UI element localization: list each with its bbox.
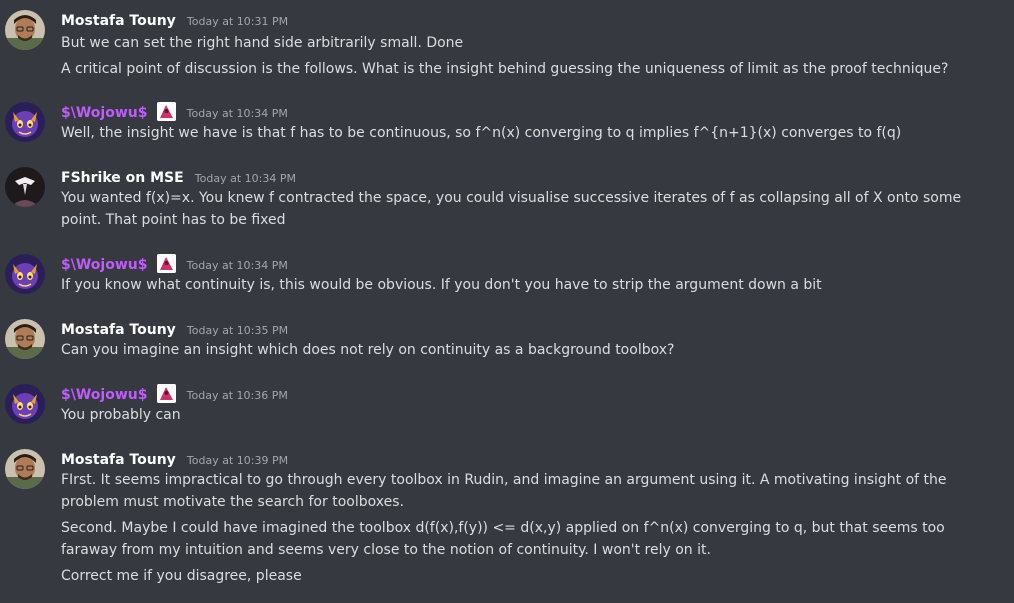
message-header: $\Wojowu$ Today at 10:36 PM [61, 384, 288, 404]
timestamp[interactable]: Today at 10:34 PM [187, 259, 288, 272]
wojowu-avatar[interactable] [5, 102, 45, 142]
wojowu-avatar[interactable] [5, 254, 45, 294]
message-text: Can you imagine an insight which does no… [61, 342, 675, 358]
timestamp[interactable]: Today at 10:34 PM [187, 107, 288, 120]
timestamp[interactable]: Today at 10:31 PM [187, 15, 288, 28]
message-text: You probably can [61, 407, 181, 423]
message-text: You wanted f(x)=x. You knew f contracted… [61, 190, 962, 228]
role-icon [156, 254, 176, 273]
mostafa-avatar[interactable] [5, 10, 45, 50]
role-icon [156, 102, 176, 121]
message-text: Second. Maybe I could have imagined the … [61, 520, 945, 558]
role-icon [156, 384, 176, 403]
username[interactable]: FShrike on MSE [61, 170, 184, 186]
chat-messages: Mostafa Touny Today at 10:31 PM But we c… [0, 0, 1014, 603]
timestamp[interactable]: Today at 10:39 PM [187, 454, 288, 467]
timestamp[interactable]: Today at 10:36 PM [187, 389, 288, 402]
username[interactable]: Mostafa Touny [61, 13, 176, 29]
timestamp[interactable]: Today at 10:35 PM [187, 324, 288, 337]
username[interactable]: Mostafa Touny [61, 322, 176, 338]
message-text: Correct me if you disagree, please [61, 568, 302, 584]
wojowu-avatar[interactable] [5, 384, 45, 424]
mostafa-avatar[interactable] [5, 449, 45, 489]
message-text: Well, the insight we have is that f has … [61, 125, 902, 141]
message-header: Mostafa Touny Today at 10:39 PM [61, 449, 288, 469]
message-text: FIrst. It seems impractical to go throug… [61, 472, 947, 510]
timestamp[interactable]: Today at 10:34 PM [195, 172, 296, 185]
message-header: FShrike on MSE Today at 10:34 PM [61, 167, 296, 187]
username[interactable]: $\Wojowu$ [61, 257, 147, 273]
username[interactable]: $\Wojowu$ [61, 105, 147, 121]
username[interactable]: Mostafa Touny [61, 452, 176, 468]
username[interactable]: $\Wojowu$ [61, 387, 147, 403]
message-text: But we can set the right hand side arbit… [61, 35, 464, 51]
message-text: A critical point of discussion is the fo… [61, 61, 949, 77]
mostafa-avatar[interactable] [5, 319, 45, 359]
message-header: Mostafa Touny Today at 10:35 PM [61, 319, 288, 339]
message-header: Mostafa Touny Today at 10:31 PM [61, 10, 288, 30]
message-text: If you know what continuity is, this wou… [61, 277, 822, 293]
fshrike-avatar[interactable] [5, 167, 45, 207]
message-header: $\Wojowu$ Today at 10:34 PM [61, 254, 288, 274]
message-header: $\Wojowu$ Today at 10:34 PM [61, 102, 288, 122]
